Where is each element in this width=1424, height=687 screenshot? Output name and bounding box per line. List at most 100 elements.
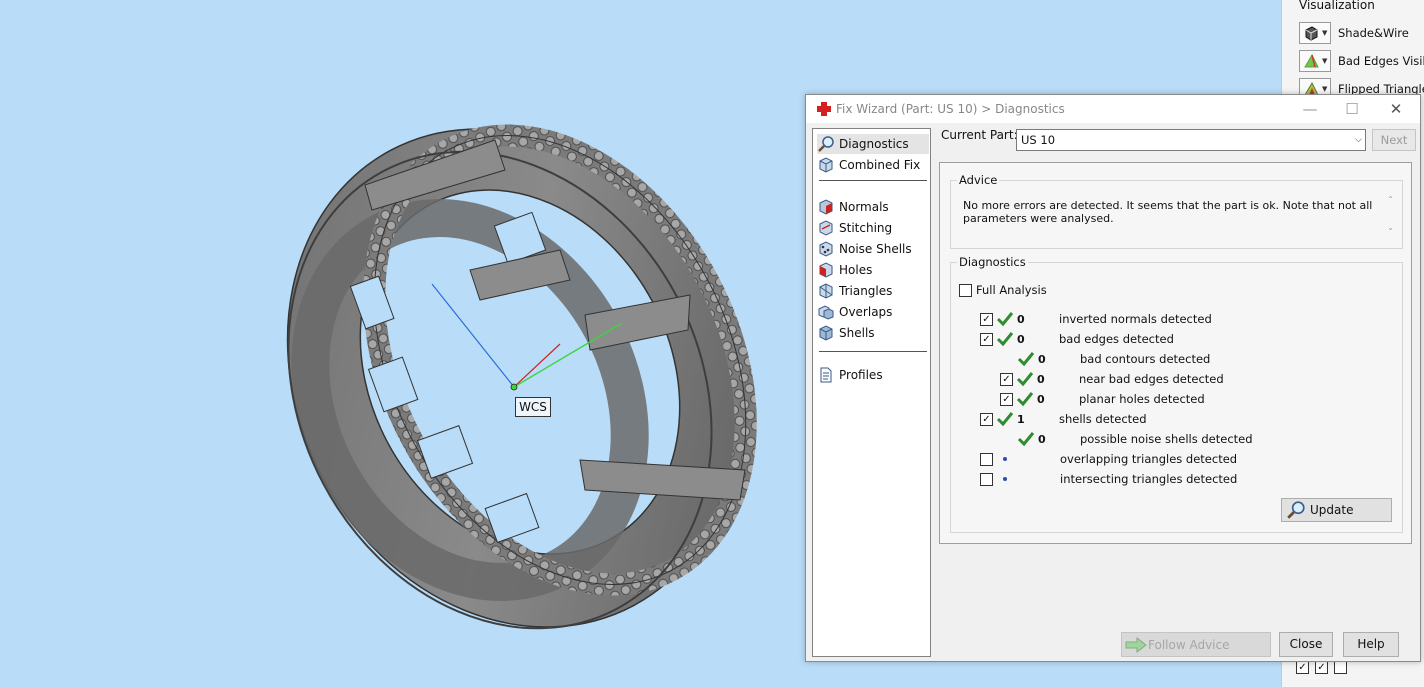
close-window-button[interactable]: ✕	[1376, 98, 1416, 120]
stitching-icon	[819, 220, 833, 236]
close-button[interactable]: Close	[1279, 632, 1333, 657]
triangles-icon	[819, 283, 833, 299]
diag-label: overlapping triangles detected	[1060, 452, 1238, 466]
diag-checkbox[interactable]	[980, 472, 993, 486]
nav-item-diagnostics[interactable]: Diagnostics	[817, 134, 929, 154]
bad-edges-row[interactable]: ▼ Bad Edges Visible	[1299, 49, 1424, 73]
diag-row-shells: ✓ 1 shells detected	[980, 410, 1147, 428]
chevron-down-icon: ⌵	[1355, 135, 1362, 145]
normals-icon	[819, 199, 833, 215]
full-analysis-label: Full Analysis	[976, 283, 1047, 297]
dialog-title: Fix Wizard (Part: US 10) > Diagnostics	[836, 102, 1065, 116]
nav-label: Shells	[839, 326, 875, 340]
advice-title: Advice	[959, 173, 998, 187]
shade-wire-row[interactable]: ▼ Shade&Wire	[1299, 21, 1424, 45]
diag-row-near-bad-edges: ✓ 0 near bad edges detected	[1000, 370, 1224, 388]
visualization-title: Visualization	[1299, 0, 1375, 12]
diag-label: bad edges detected	[1059, 332, 1174, 346]
scroll-down-icon[interactable]: ⌄	[1387, 223, 1394, 232]
dot-icon	[1003, 477, 1007, 481]
help-button[interactable]: Help	[1343, 632, 1399, 657]
panel-checkbox-3[interactable]	[1334, 661, 1347, 674]
full-analysis-checkbox[interactable]	[959, 283, 972, 297]
noise-shells-icon	[819, 241, 833, 257]
current-part-select[interactable]: US 10 ⌵	[1016, 129, 1366, 151]
diag-label: inverted normals detected	[1059, 312, 1212, 326]
nav-item-triangles[interactable]: Triangles	[817, 281, 929, 301]
diag-checkbox[interactable]	[980, 452, 993, 466]
nav-label: Normals	[839, 200, 889, 214]
shade-wire-icon	[1305, 26, 1318, 41]
diag-row-inverted-normals: ✓ 0 inverted normals detected	[980, 310, 1212, 328]
green-check-icon	[1017, 432, 1035, 447]
nav-item-shells[interactable]: Shells	[817, 323, 929, 343]
red-cross-icon	[817, 102, 831, 116]
diag-label: possible noise shells detected	[1080, 432, 1253, 446]
diag-row-planar-holes: ✓ 0 planar holes detected	[1000, 390, 1205, 408]
diag-count: 0	[1038, 352, 1046, 366]
diagnostics-group: Diagnostics Full Analysis ✓ 0 inverted n…	[950, 255, 1403, 533]
follow-advice-label: Follow Advice	[1148, 637, 1230, 652]
diag-count: 1	[1017, 412, 1025, 426]
nav-item-combined-fix[interactable]: Combined Fix	[817, 155, 929, 175]
green-check-icon	[1017, 352, 1035, 367]
follow-advice-button[interactable]: Follow Advice	[1121, 632, 1271, 657]
nav-item-overlaps[interactable]: Overlaps	[817, 302, 929, 322]
nav-label: Holes	[839, 263, 873, 277]
update-button[interactable]: Update	[1281, 498, 1392, 522]
minimize-button[interactable]: —	[1290, 98, 1330, 120]
current-part-label: Current Part:	[941, 128, 1018, 142]
nav-item-stitching[interactable]: Stitching	[817, 218, 929, 238]
diag-label: planar holes detected	[1079, 392, 1205, 406]
magnifier-icon	[818, 136, 834, 152]
diagnostics-title: Diagnostics	[959, 255, 1026, 269]
dropdown-arrow-icon: ▼	[1322, 85, 1328, 93]
diagnostics-content: Advice No more errors are detected. It s…	[939, 162, 1412, 544]
bad-edges-button[interactable]: ▼	[1299, 50, 1331, 72]
bad-edges-icon	[1304, 53, 1319, 68]
nav-item-holes[interactable]: Holes	[817, 260, 929, 280]
green-check-icon	[996, 412, 1014, 427]
green-check-icon	[996, 312, 1014, 327]
nav-separator	[819, 180, 927, 181]
update-label: Update	[1310, 503, 1354, 517]
diag-count: 0	[1017, 312, 1025, 326]
nav-label: Triangles	[839, 284, 893, 298]
green-check-icon	[1016, 392, 1034, 407]
diag-checkbox[interactable]: ✓	[980, 332, 993, 346]
nav-label: Noise Shells	[839, 242, 912, 256]
nav-item-noise-shells[interactable]: Noise Shells	[817, 239, 929, 259]
bad-edges-label: Bad Edges Visible	[1338, 54, 1424, 68]
diag-checkbox[interactable]: ✓	[1000, 372, 1013, 386]
nav-item-normals[interactable]: Normals	[817, 197, 929, 217]
green-check-icon	[996, 332, 1014, 347]
diag-count: 0	[1037, 372, 1045, 386]
diag-label: near bad edges detected	[1079, 372, 1224, 386]
panel-checkbox-2[interactable]: ✓	[1315, 661, 1328, 674]
next-button[interactable]: Next	[1372, 129, 1416, 151]
nav-label: Overlaps	[839, 305, 893, 319]
full-analysis-row[interactable]: Full Analysis	[959, 281, 1047, 299]
dialog-titlebar[interactable]: Fix Wizard (Part: US 10) > Diagnostics —…	[806, 95, 1420, 123]
overlaps-icon	[818, 305, 834, 320]
diag-count: 0	[1017, 332, 1025, 346]
maximize-button[interactable]: ☐	[1332, 98, 1372, 120]
scroll-up-icon[interactable]: ⌃	[1387, 195, 1394, 204]
nav-label: Diagnostics	[839, 137, 909, 151]
shade-wire-button[interactable]: ▼	[1299, 22, 1331, 44]
advice-group: Advice No more errors are detected. It s…	[950, 173, 1403, 249]
green-check-icon	[1016, 372, 1034, 387]
diag-count: 0	[1038, 432, 1046, 446]
diag-checkbox[interactable]: ✓	[1000, 392, 1013, 406]
wizard-nav: Diagnostics Combined Fix Normals Stitchi…	[812, 128, 931, 657]
nav-item-profiles[interactable]: Profiles	[817, 365, 929, 385]
diag-label: bad contours detected	[1080, 352, 1211, 366]
panel-checkbox-1[interactable]: ✓	[1296, 661, 1309, 674]
nav-label: Stitching	[839, 221, 893, 235]
status-dot-wrap	[993, 477, 1017, 481]
arrow-right-icon	[1125, 637, 1147, 653]
diag-checkbox[interactable]: ✓	[980, 312, 993, 326]
dropdown-arrow-icon: ▼	[1322, 29, 1328, 37]
fix-wizard-dialog: Fix Wizard (Part: US 10) > Diagnostics —…	[805, 94, 1421, 662]
diag-checkbox[interactable]: ✓	[980, 412, 993, 426]
